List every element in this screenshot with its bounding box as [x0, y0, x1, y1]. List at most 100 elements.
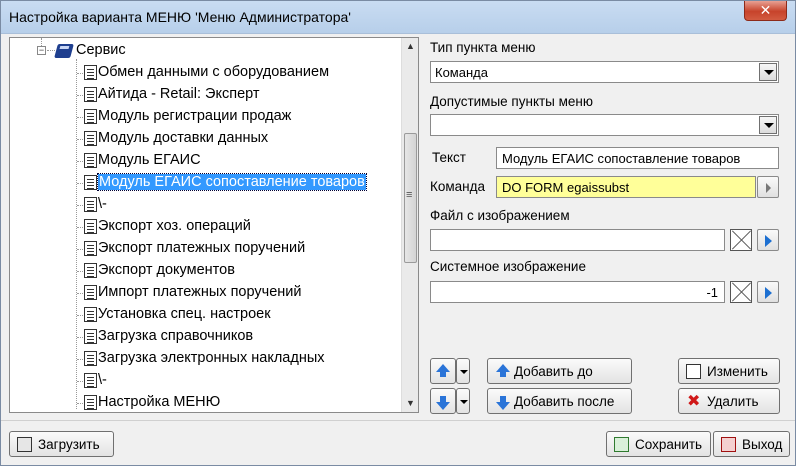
exit-icon: [721, 437, 736, 452]
document-icon: [84, 131, 97, 146]
chevron-down-icon[interactable]: [759, 116, 777, 134]
book-icon: [54, 44, 74, 58]
scroll-up-icon[interactable]: ▲: [402, 38, 418, 55]
browse-system-image-button[interactable]: [757, 281, 779, 303]
tree-connector: [77, 403, 83, 404]
document-icon: [84, 395, 97, 410]
move-up-button[interactable]: [430, 358, 456, 384]
menu-tree[interactable]: − Сервис Обмен данными с оборудованием Ай…: [9, 37, 419, 413]
text-label: Текст: [432, 150, 466, 165]
tree-connector: [77, 183, 83, 184]
delete-button[interactable]: ✖ Удалить: [678, 388, 780, 414]
title-bar: Настройка варианта МЕНЮ 'Меню Администра…: [1, 1, 795, 34]
scroll-thumb[interactable]: [404, 133, 417, 263]
move-down-button[interactable]: [430, 388, 456, 414]
command-run-button[interactable]: [757, 176, 779, 198]
clear-image-icon[interactable]: [730, 229, 752, 251]
tree-connector: [77, 95, 83, 96]
command-label: Команда: [430, 179, 486, 194]
exit-button[interactable]: Выход: [713, 431, 790, 457]
tree-item[interactable]: Модуль доставки данных: [10, 129, 400, 149]
allowed-items-label: Допустимые пункты меню: [430, 94, 594, 109]
text-field[interactable]: Модуль ЕГАИС сопоставление товаров: [496, 147, 779, 169]
document-icon: [84, 87, 97, 102]
tree-item[interactable]: Загрузка справочников: [10, 327, 400, 347]
tree-item[interactable]: Загрузка электронных накладных: [10, 349, 400, 369]
allowed-items-select[interactable]: [430, 114, 779, 136]
save-button[interactable]: Сохранить: [606, 431, 711, 457]
delete-icon: ✖: [687, 393, 701, 410]
command-field[interactable]: DO FORM egaissubst: [496, 176, 756, 198]
system-image-value: -1: [706, 285, 718, 300]
image-file-field[interactable]: [430, 229, 725, 251]
edit-button[interactable]: Изменить: [678, 358, 780, 384]
load-icon: [17, 437, 32, 452]
save-icon: [614, 437, 629, 452]
move-up-dropdown[interactable]: [456, 358, 470, 384]
tree-connector: [77, 139, 83, 140]
arrow-down-icon: [436, 396, 450, 410]
tree-item-label: Модуль ЕГАИС сопоставление товаров: [97, 173, 367, 191]
text-field-value: Модуль ЕГАИС сопоставление товаров: [502, 151, 741, 166]
collapse-icon[interactable]: −: [37, 46, 46, 55]
tree-item[interactable]: Импорт платежных поручений: [10, 283, 400, 303]
play-icon: [765, 235, 772, 247]
tree-item[interactable]: Экспорт платежных поручений: [10, 239, 400, 259]
tree-connector: [77, 337, 83, 338]
arrow-down-icon: [496, 396, 510, 410]
load-button[interactable]: Загрузить: [9, 431, 114, 457]
tree-item[interactable]: Экспорт хоз. операций: [10, 217, 400, 237]
document-icon: [84, 153, 97, 168]
close-button[interactable]: ✕: [744, 1, 787, 21]
tree-connector: [77, 315, 83, 316]
chevron-down-icon[interactable]: [759, 63, 777, 81]
document-icon: [84, 65, 97, 80]
menu-type-label: Тип пункта меню: [430, 40, 536, 55]
document-icon: [84, 285, 97, 300]
menu-type-select[interactable]: Команда: [430, 61, 779, 83]
tree-item-label: \-: [98, 196, 107, 212]
tree-item[interactable]: Установка спец. настроек: [10, 305, 400, 325]
tree-connector: [77, 205, 83, 206]
tree-item-label: Обмен данными с оборудованием: [98, 64, 330, 80]
tree-item-label: \-: [98, 372, 107, 388]
move-down-dropdown[interactable]: [456, 388, 470, 414]
tree-root-label: Сервис: [76, 42, 126, 58]
clear-system-image-icon[interactable]: [730, 281, 752, 303]
save-label: Сохранить: [635, 437, 703, 452]
tree-item[interactable]: Модуль ЕГАИС: [10, 151, 400, 171]
tree-item-label: Установка спец. настроек: [98, 306, 271, 322]
system-image-label: Системное изображение: [430, 259, 586, 274]
tree-scrollbar[interactable]: ▲ ▼: [401, 38, 418, 412]
tree-item[interactable]: Айтида - Retail: Эксперт: [10, 85, 400, 105]
tree-item-label: Экспорт документов: [98, 262, 235, 278]
tree-item[interactable]: Обмен данными с оборудованием: [10, 63, 400, 83]
document-icon: [84, 307, 97, 322]
tree-root-node[interactable]: − Сервис: [10, 41, 400, 61]
tree-connector: [77, 73, 83, 74]
scroll-down-icon[interactable]: ▼: [402, 395, 418, 412]
document-icon: [84, 241, 97, 256]
load-label: Загрузить: [38, 437, 100, 452]
add-before-button[interactable]: Добавить до: [487, 358, 632, 384]
tree-item[interactable]: Модуль регистрации продаж: [10, 107, 400, 127]
document-icon: [84, 175, 97, 190]
window-title: Настройка варианта МЕНЮ 'Меню Администра…: [9, 9, 351, 25]
tree-item[interactable]: Настройка МЕНЮ: [10, 393, 400, 412]
add-after-button[interactable]: Добавить после: [487, 388, 632, 414]
document-icon: [84, 197, 97, 212]
tree-item[interactable]: Экспорт документов: [10, 261, 400, 281]
tree-item[interactable]: \-: [10, 371, 400, 391]
tree-item-label: Айтида - Retail: Эксперт: [98, 86, 260, 102]
tree-connector: [77, 227, 83, 228]
settings-window: Настройка варианта МЕНЮ 'Меню Администра…: [0, 0, 796, 466]
tree-item[interactable]: Модуль ЕГАИС сопоставление товаров: [10, 173, 400, 193]
browse-image-button[interactable]: [757, 229, 779, 251]
system-image-field[interactable]: -1: [430, 281, 725, 303]
tree-item[interactable]: \-: [10, 195, 400, 215]
document-icon: [84, 373, 97, 388]
document-icon: [84, 109, 97, 124]
tree-item-label: Модуль ЕГАИС: [98, 152, 201, 168]
tree-item-label: Импорт платежных поручений: [98, 284, 302, 300]
tree-item-label: Настройка МЕНЮ: [98, 394, 221, 410]
